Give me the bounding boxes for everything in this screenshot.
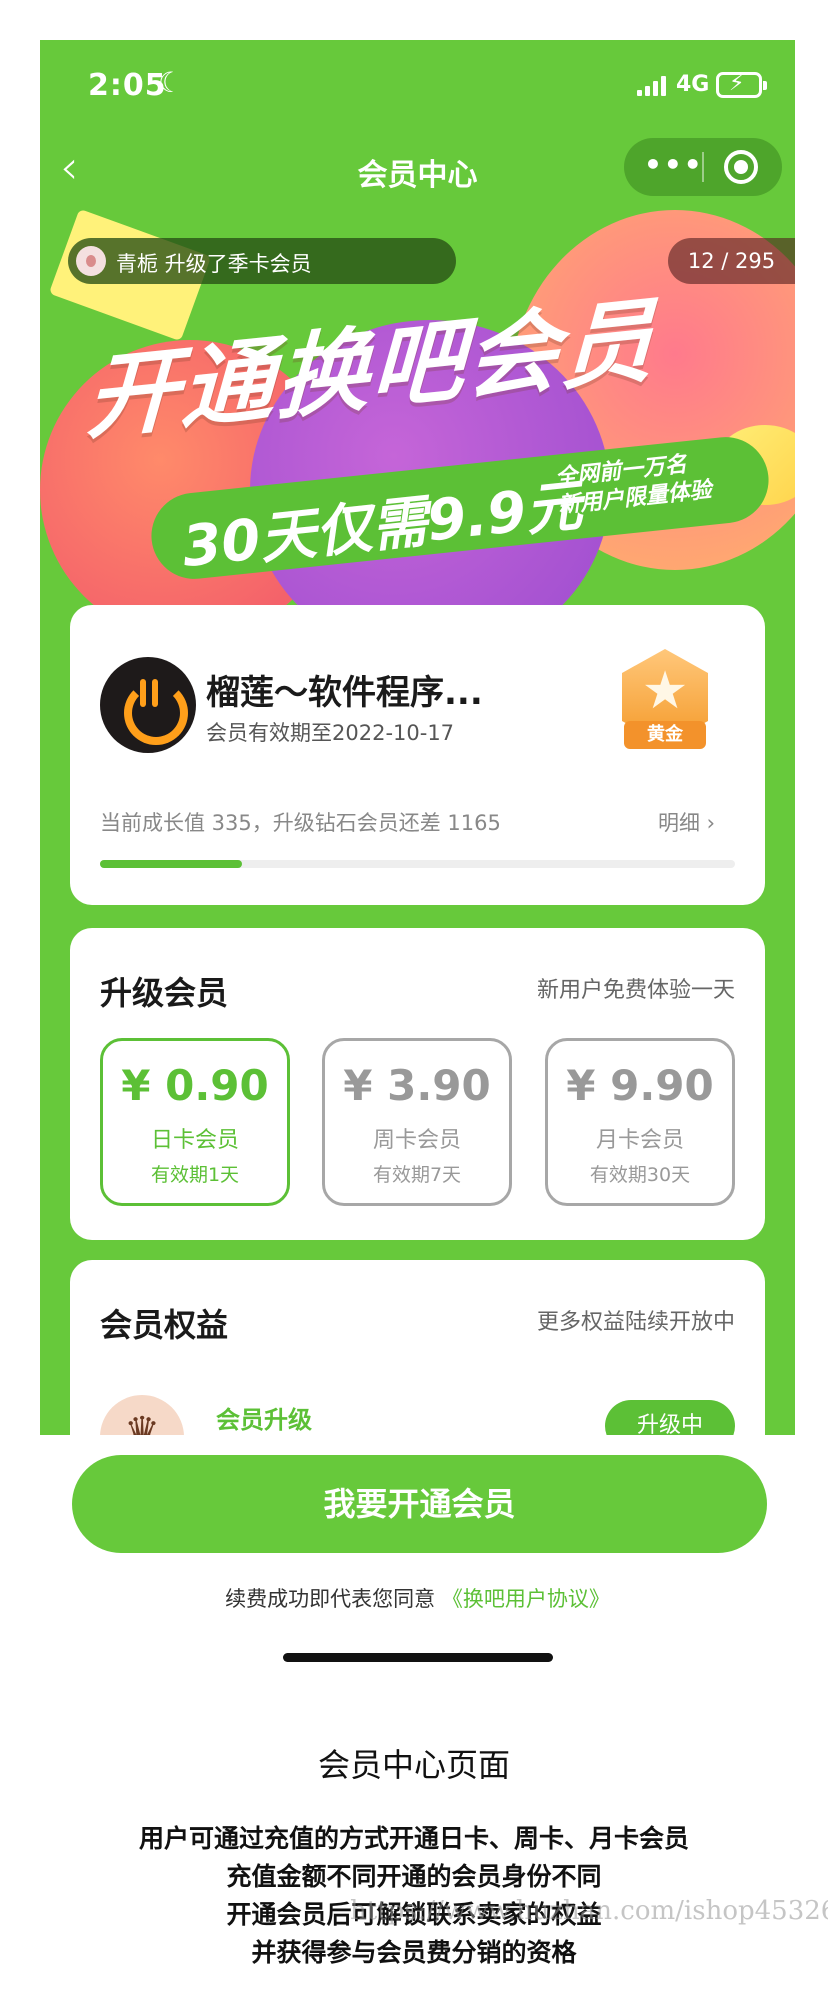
growth-progress-bar (100, 860, 735, 868)
detail-link[interactable]: 明细 › (658, 807, 715, 837)
plan-day-card[interactable]: ¥ 0.90 日卡会员 有效期1天 (100, 1038, 290, 1206)
close-miniprogram-icon[interactable] (724, 150, 758, 184)
agreement-link[interactable]: 《换吧用户协议》 (442, 1587, 610, 1611)
crown-icon (100, 1395, 184, 1435)
plan-week-card[interactable]: ¥ 3.90 周卡会员 有效期7天 (322, 1038, 512, 1206)
phone-screen: 2:05 ☾ 4G ⚡ ‹ 会员中心 ••• 青栀 升级了季卡会员 12 / 2… (40, 40, 795, 1435)
upgrade-card: 升级会员 新用户免费体验一天 ¥ 0.90 日卡会员 有效期1天 ¥ 3.90 … (70, 928, 765, 1240)
agreement-prefix: 续费成功即代表您同意 (225, 1587, 436, 1611)
upgrade-hint: 新用户免费体验一天 (536, 978, 735, 1003)
plan-validity: 有效期1天 (150, 1164, 240, 1186)
promo-note: 全网前一万名 新用户限量体验 (554, 449, 713, 521)
plan-name: 周卡会员 (372, 1128, 461, 1153)
watermark: https://www.huzhan.com/ishop45326 (350, 1896, 828, 1926)
status-time: 2:05 (88, 68, 167, 103)
plan-validity: 有效期7天 (372, 1164, 462, 1186)
membership-expiry: 会员有效期至2022-10-17 (206, 721, 455, 745)
plan-month-card[interactable]: ¥ 9.90 月卡会员 有效期30天 (545, 1038, 735, 1206)
status-bar: 2:05 ☾ 4G ⚡ (40, 40, 795, 130)
growth-text: 当前成长值 335，升级钻石会员还差 1165 (100, 811, 501, 835)
signal-icon (637, 76, 669, 96)
gold-badge-icon: ★ 黄金 (610, 649, 720, 759)
benefits-card: 会员权益 更多权益陆续开放中 会员升级 升级中 (70, 1260, 765, 1435)
plan-validity: 有效期30天 (589, 1164, 691, 1186)
promo-banner[interactable]: 青栀 升级了季卡会员 12 / 295 开通换吧会员 30天仅需9.9元 全网前… (40, 210, 795, 650)
bottom-action-area: 我要开通会员 续费成功即代表您同意 《换吧用户协议》 (40, 1435, 795, 1735)
nav-bar: ‹ 会员中心 ••• (40, 130, 795, 210)
battery-icon: ⚡ (716, 71, 767, 98)
plan-price: ¥ 0.90 (121, 1061, 269, 1110)
moon-icon: ☾ (158, 66, 184, 99)
benefit-status-button[interactable]: 升级中 (605, 1400, 735, 1435)
profile-card: 榴莲～软件程序... 会员有效期至2022-10-17 ★ 黄金 当前成长值 3… (70, 605, 765, 905)
upgrade-title: 升级会员 (100, 974, 229, 1012)
caption-line: 用户可通过充值的方式开通日卡、周卡、月卡会员 (138, 1824, 689, 1853)
benefit-name: 会员升级 (216, 1406, 312, 1434)
plan-name: 月卡会员 (595, 1128, 684, 1153)
notice-text: 青栀 升级了季卡会员 (116, 252, 312, 276)
more-icon[interactable]: ••• (644, 148, 704, 181)
capsule-divider (702, 152, 704, 182)
plan-price: ¥ 9.90 (566, 1061, 714, 1110)
open-membership-button[interactable]: 我要开通会员 (72, 1455, 767, 1553)
home-indicator (283, 1653, 553, 1662)
plan-price: ¥ 3.90 (343, 1061, 491, 1110)
user-name: 榴莲～软件程序... (206, 673, 483, 713)
star-icon: ★ (641, 661, 689, 721)
mini-program-capsule: ••• (624, 138, 782, 196)
notice-avatar (76, 246, 106, 276)
growth-progress-fill (100, 860, 242, 868)
caption-line: 并获得参与会员费分销的资格 (251, 1938, 577, 1967)
caption-title: 会员中心页面 (317, 1746, 510, 1784)
avatar[interactable] (100, 657, 196, 753)
benefits-title: 会员权益 (100, 1306, 229, 1344)
network-label: 4G (676, 72, 710, 97)
upgrade-notice: 青栀 升级了季卡会员 (68, 238, 456, 284)
plan-name: 日卡会员 (150, 1128, 239, 1153)
badge-label: 黄金 (624, 721, 706, 749)
caption-line: 充值金额不同开通的会员身份不同 (226, 1862, 602, 1891)
benefits-hint: 更多权益陆续开放中 (536, 1310, 735, 1335)
agreement-text: 续费成功即代表您同意 《换吧用户协议》 (40, 1583, 795, 1613)
